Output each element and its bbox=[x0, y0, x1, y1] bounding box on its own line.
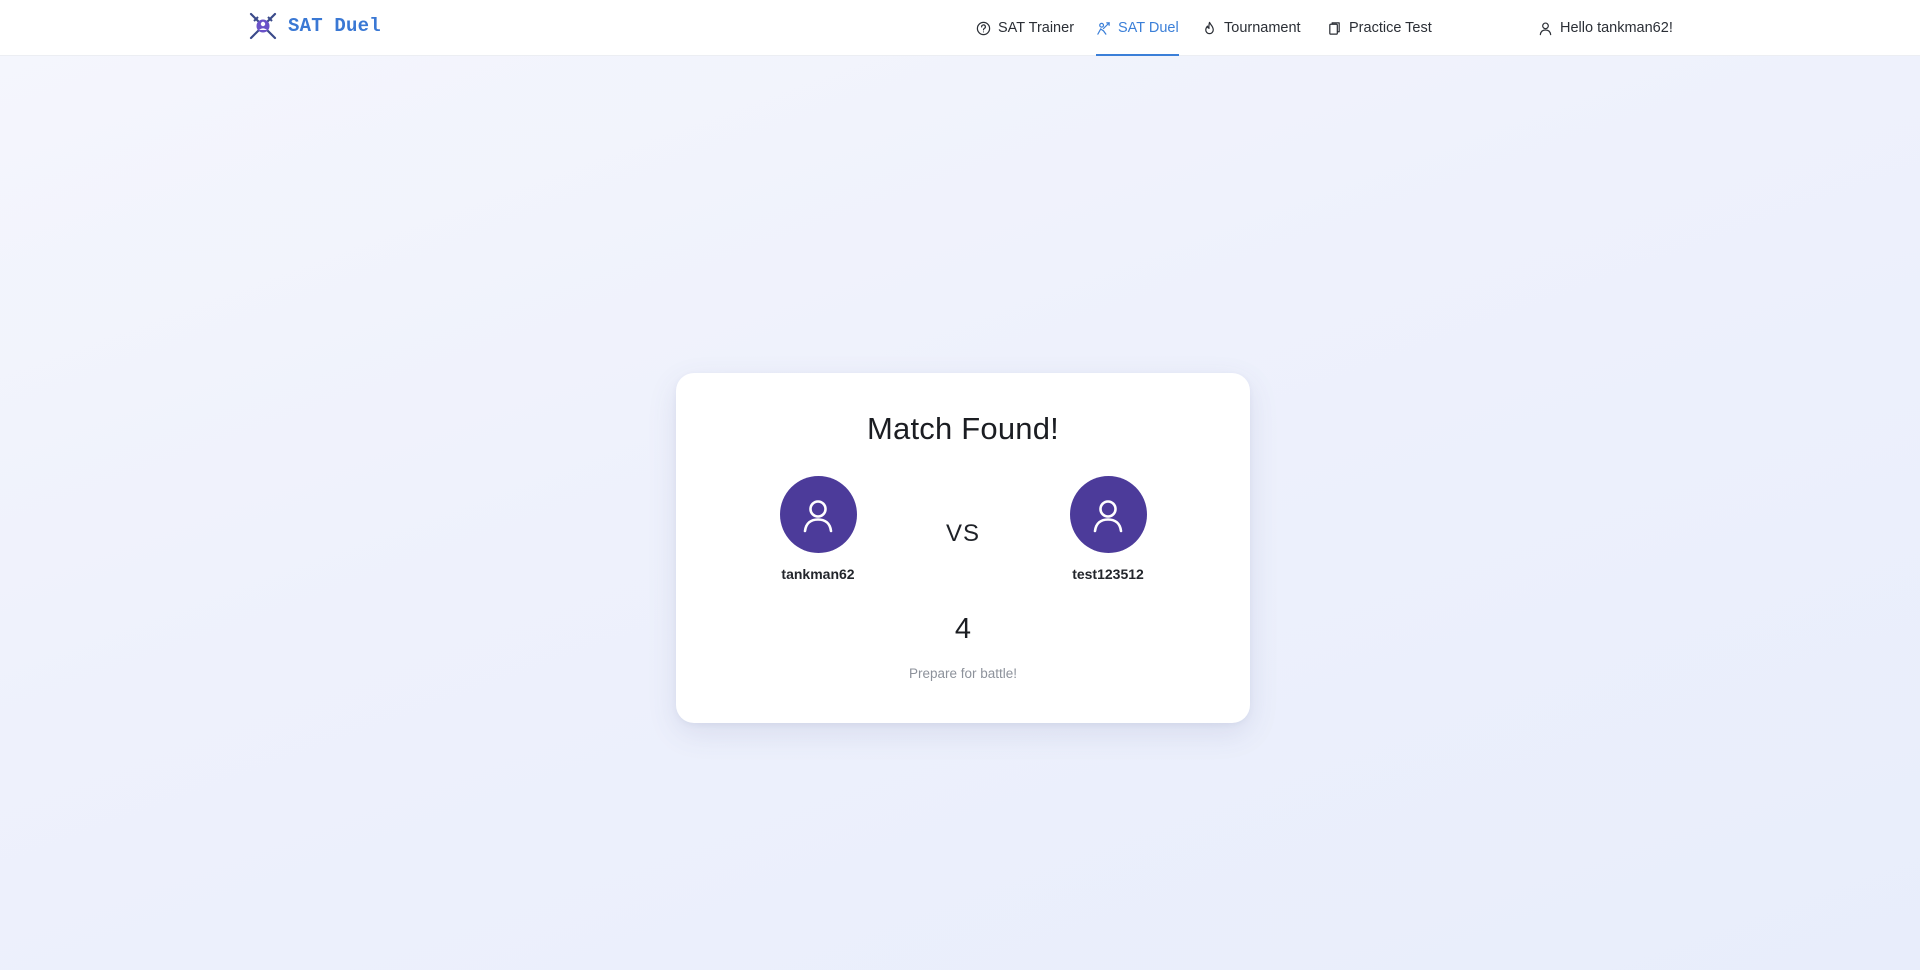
nav-label: Tournament bbox=[1224, 20, 1301, 36]
nav-label: Practice Test bbox=[1349, 20, 1432, 36]
nav-sat-duel[interactable]: SAT Duel bbox=[1096, 0, 1179, 56]
player-left-name: tankman62 bbox=[781, 566, 855, 582]
help-circle-icon bbox=[976, 21, 991, 35]
nav-label: SAT Trainer bbox=[998, 20, 1075, 36]
nav-tournament[interactable]: Tournament bbox=[1202, 0, 1301, 56]
countdown-number: 4 bbox=[954, 613, 972, 645]
nav-sat-trainer[interactable]: SAT Trainer bbox=[976, 0, 1074, 56]
crossed-swords-logo-icon bbox=[249, 12, 277, 40]
user-icon bbox=[1539, 21, 1552, 35]
match-found-card: Match Found! tankman62 VS test123512 4 P… bbox=[676, 373, 1250, 723]
user-icon bbox=[1093, 499, 1123, 532]
match-title: Match Found! bbox=[867, 411, 1059, 446]
prepare-message: Prepare for battle! bbox=[908, 666, 1018, 681]
player-right-name: test123512 bbox=[1072, 566, 1144, 582]
nav-practice-test[interactable]: Practice Test bbox=[1327, 0, 1432, 56]
user-greeting: Hello tankman62! bbox=[1560, 20, 1673, 36]
player-right-avatar bbox=[1069, 476, 1147, 553]
top-navbar: SAT Duel SAT Trainer SAT Duel Tournament… bbox=[0, 0, 1920, 56]
player-right: test123512 bbox=[1048, 476, 1168, 582]
nav-label: SAT Duel bbox=[1118, 20, 1179, 36]
flame-icon bbox=[1205, 21, 1214, 34]
user-menu[interactable]: Hello tankman62! bbox=[1538, 0, 1673, 56]
brand-name: SAT Duel bbox=[288, 15, 381, 37]
document-copy-icon bbox=[1329, 21, 1340, 35]
brand-link[interactable]: SAT Duel bbox=[248, 11, 381, 41]
duel-icon bbox=[1097, 21, 1110, 35]
